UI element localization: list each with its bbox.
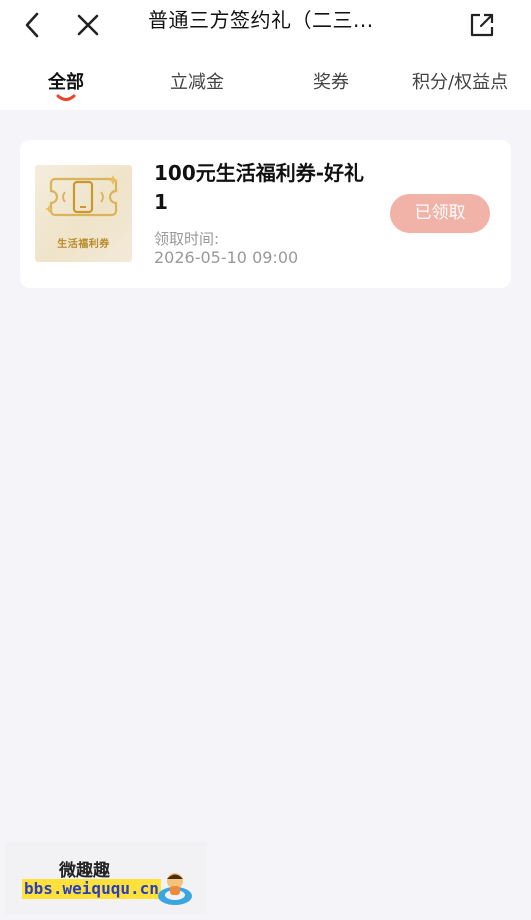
claim-time-value: 2026-05-10 09:00 [154,248,299,267]
claim-time-label: 领取时间: [154,230,220,248]
watermark-url: bbs.weiququ.cn [22,879,161,899]
claimed-button[interactable]: 已领取 [390,194,490,233]
share-external-icon [470,13,494,37]
tab-instant-discount[interactable]: 立减金 [170,68,224,94]
watermark-title: 微趣趣 [59,861,110,881]
coupon-card[interactable]: 生活福利券 100元生活福利券-好礼1 领取时间: 2026-05-10 09:… [20,140,511,288]
mascot-icon [158,873,192,905]
site-watermark: 微趣趣 bbs.weiququ.cn [5,842,207,914]
coupon-title: 100元生活福利券-好礼1 [154,161,365,214]
close-icon [77,14,99,36]
tab-all[interactable]: 全部 [48,68,84,94]
back-button[interactable] [14,6,52,44]
tab-points[interactable]: 积分/权益点 [412,68,508,94]
close-button[interactable] [69,6,107,44]
thumbnail-label: 生活福利券 [57,239,110,250]
tab-bar: 全部 立减金 奖券 积分/权益点 [0,50,531,110]
coupon-thumbnail: 生活福利券 [35,165,132,262]
chevron-left-icon [25,12,39,38]
tab-voucher[interactable]: 奖券 [313,68,349,94]
top-bar: 普通三方签约礼（二三... [0,0,531,50]
page-title: 普通三方签约礼（二三... [148,8,374,32]
share-button[interactable] [463,6,501,44]
active-tab-indicator [56,94,76,101]
